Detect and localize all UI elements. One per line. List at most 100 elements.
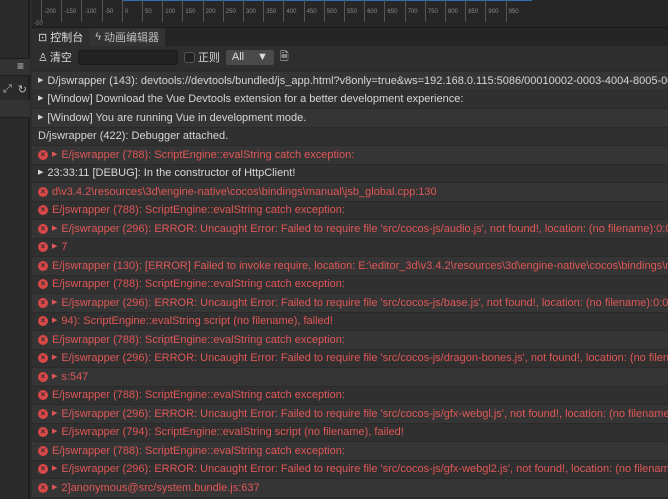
menu-icon[interactable]: ≡ — [0, 58, 30, 76]
tab-console[interactable]: ⊡ 控制台 — [32, 28, 90, 46]
log-entry[interactable]: ▶ 23:33:11 [DEBUG]: In the constructor of… — [32, 164, 668, 183]
log-text: D/jswrapper (422): Debugger attached. — [38, 130, 229, 142]
log-entry[interactable]: × ▶ 2]anonymous@src/system.bundle.js:637 — [32, 479, 668, 498]
ruler-tick: 550 — [344, 0, 357, 22]
expand-arrow-icon[interactable]: ▶ — [38, 91, 43, 109]
error-icon: × — [38, 279, 48, 290]
expand-icon[interactable]: ⤢ — [3, 83, 12, 96]
log-text: D/jswrapper (143): devtools://devtools/b… — [47, 74, 668, 87]
log-entry[interactable]: ▶ D/jswrapper (143): devtools://devtools/… — [32, 72, 668, 91]
log-entry[interactable]: ▶ [Window] You are running Vue in develop… — [32, 109, 668, 128]
error-icon: × — [38, 260, 48, 271]
log-entry[interactable]: × ▶ 94): ScriptEngine::evalString script (… — [32, 312, 668, 331]
ruler-tick: -150 — [61, 0, 76, 22]
log-text: 94): ScriptEngine::evalString script (no… — [61, 315, 333, 327]
error-icon: × — [38, 371, 48, 382]
console-log: ▶ D/jswrapper (143): devtools://devtools/… — [32, 72, 668, 498]
expand-arrow-icon[interactable]: ▶ — [52, 239, 57, 257]
ruler-tick: 450 — [303, 0, 317, 22]
tab-animation-editor[interactable]: ϟ 动画编辑器 — [89, 28, 166, 46]
error-icon: × — [38, 427, 48, 438]
panel-band — [0, 100, 30, 118]
log-entry[interactable]: × E/jswrapper (788): ScriptEngine::evalSt… — [32, 275, 668, 294]
log-text: E/jswrapper (296): ERROR: Uncaught Error… — [61, 222, 668, 235]
filter-input[interactable] — [77, 49, 178, 65]
error-icon: × — [38, 408, 48, 419]
error-icon: × — [38, 316, 48, 327]
left-panel: ≡ ⤢ ↻ — [0, 0, 30, 499]
ruler-tick: 500 — [323, 0, 337, 22]
clear-button[interactable]: ♙ 清空 — [38, 49, 72, 65]
error-icon: × — [38, 186, 48, 197]
expand-arrow-icon[interactable]: ▶ — [52, 424, 57, 442]
log-entry[interactable]: × ▶ s:547 — [32, 368, 668, 387]
log-text: E/jswrapper (788): ScriptEngine::evalStr… — [52, 444, 345, 457]
ruler-tick: 800 — [445, 0, 458, 22]
ruler-tick: 950 — [505, 0, 519, 22]
log-entry[interactable]: × ▶ E/jswrapper (794): ScriptEngine::evalS… — [32, 423, 668, 442]
log-text: E/jswrapper (296): ERROR: Uncaught Error… — [61, 407, 668, 420]
log-text: E/jswrapper (788): ScriptEngine::evalStr… — [61, 148, 355, 161]
log-entry[interactable]: × E/jswrapper (130): [ERROR] Failed to in… — [32, 257, 668, 276]
expand-arrow-icon[interactable]: ▶ — [52, 368, 57, 386]
log-entry[interactable]: × ▶ E/jswrapper (296): ERROR: Uncaught Err… — [32, 460, 668, 479]
expand-arrow-icon[interactable]: ▶ — [52, 220, 57, 238]
regex-checkbox[interactable] — [183, 51, 195, 63]
ruler-tick: 250 — [222, 0, 236, 22]
log-text: E/jswrapper (296): ERROR: Uncaught Error… — [61, 463, 668, 475]
log-entry[interactable]: ▶ [Window] Download the Vue Devtools exte… — [32, 90, 668, 109]
log-entry[interactable]: D/jswrapper (422): Debugger attached. — [32, 127, 668, 146]
expand-arrow-icon[interactable]: ▶ — [52, 146, 57, 164]
expand-arrow-icon[interactable]: ▶ — [52, 313, 57, 331]
log-text: E/jswrapper (788): ScriptEngine::evalStr… — [52, 389, 345, 401]
ruler-tick: 400 — [283, 0, 296, 22]
log-entry[interactable]: × ▶ E/jswrapper (788): ScriptEngine::evalS… — [32, 146, 668, 165]
expand-arrow-icon[interactable]: ▶ — [52, 294, 57, 312]
expand-arrow-icon[interactable]: ▶ — [52, 350, 57, 368]
error-icon: × — [38, 334, 48, 345]
ruler-tick: 0 — [121, 0, 128, 22]
ruler-tick: 650 — [384, 0, 397, 22]
ruler-tick: 600 — [364, 0, 377, 22]
ruler-tick: -100 — [81, 0, 96, 22]
ruler-tick: 100 — [162, 0, 175, 22]
log-entry[interactable]: × E/jswrapper (788): ScriptEngine::evalSt… — [32, 442, 668, 461]
console-icon: ⊡ — [38, 31, 48, 44]
expand-arrow-icon[interactable]: ▶ — [38, 72, 43, 90]
expand-arrow-icon[interactable]: ▶ — [52, 461, 57, 479]
log-entry[interactable]: × E/jswrapper (788): ScriptEngine::evalSt… — [32, 201, 668, 220]
tab-label: 控制台 — [50, 32, 84, 44]
expand-arrow-icon[interactable]: ▶ — [38, 165, 43, 183]
log-text: E/jswrapper (788): ScriptEngine::evalStr… — [52, 333, 345, 346]
error-icon: × — [38, 390, 48, 401]
log-entry[interactable]: × ▶ E/jswrapper (296): ERROR: Uncaught Err… — [32, 220, 668, 239]
ruler-tick: 200 — [202, 0, 216, 22]
log-level-select[interactable]: All ▼ — [225, 49, 274, 65]
log-entry[interactable]: × ▶ E/jswrapper (296): ERROR: Uncaught Err… — [32, 349, 668, 368]
log-level-value: All — [231, 51, 245, 63]
ruler-tick: 50 — [142, 0, 152, 22]
log-entry[interactable]: × d\v3.4.2\resources\3d\engine-native\coc… — [32, 183, 668, 202]
log-text: 23:33:11 [DEBUG]: In the constructor of … — [47, 167, 296, 179]
expand-arrow-icon[interactable]: ▶ — [38, 109, 43, 127]
log-text: E/jswrapper (788): ScriptEngine::evalStr… — [52, 204, 345, 216]
log-text: E/jswrapper (296): ERROR: Uncaught Error… — [61, 296, 668, 309]
error-icon: × — [38, 297, 48, 308]
expand-arrow-icon[interactable]: ▶ — [52, 479, 57, 497]
ruler-tick: -50 — [101, 0, 113, 22]
panel-tabs: ⊡ 控制台 ϟ 动画编辑器 — [32, 28, 668, 46]
error-icon: × — [38, 223, 48, 234]
log-entry[interactable]: × ▶ E/jswrapper (296): ERROR: Uncaught Err… — [32, 405, 668, 424]
ruler-tick: 900 — [485, 0, 498, 22]
file-icon[interactable]: 🗎 — [280, 48, 289, 67]
log-entry[interactable]: × ▶ 7 — [32, 238, 668, 257]
log-entry[interactable]: × ▶ E/jswrapper (296): ERROR: Uncaught Err… — [32, 294, 668, 313]
error-icon: × — [38, 242, 48, 253]
error-icon: × — [38, 464, 48, 475]
log-text: [Window] You are running Vue in developm… — [47, 111, 307, 124]
log-entry[interactable]: × E/jswrapper (788): ScriptEngine::evalSt… — [32, 331, 668, 350]
expand-arrow-icon[interactable]: ▶ — [52, 405, 57, 423]
log-entry[interactable]: × E/jswrapper (788): ScriptEngine::evalSt… — [32, 386, 668, 405]
refresh-icon[interactable]: ↻ — [18, 83, 27, 96]
log-text: s:547 — [61, 370, 89, 383]
